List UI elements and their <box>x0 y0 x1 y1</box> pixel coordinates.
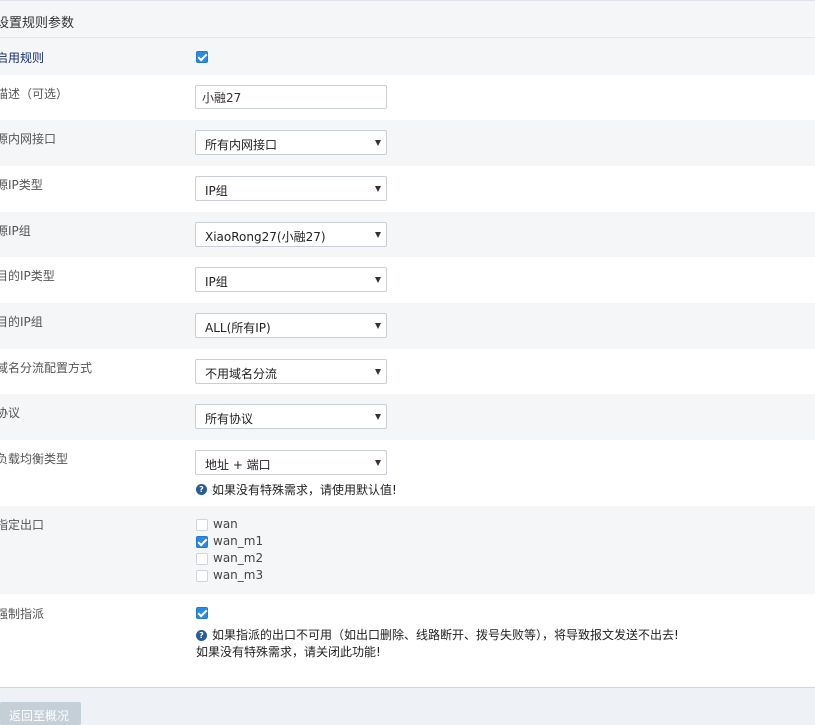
force-help-line1: 如果指派的出口不可用（如出口删除、线路断开、拨号失败等），将导致报文发送不出去! <box>212 628 679 642</box>
force-help-line2: 如果没有特殊需求，请关闭此功能! <box>196 645 381 659</box>
row-description: 描述（可选） <box>0 75 815 120</box>
outlet-wan-label: wan <box>213 517 238 531</box>
outlet-wan-m3-label: wan_m3 <box>213 568 264 582</box>
outlet-wan-m1-label: wan_m1 <box>213 534 264 548</box>
description-input[interactable] <box>195 85 387 109</box>
force-checkbox[interactable] <box>196 607 208 619</box>
chevron-down-icon <box>375 232 381 238</box>
balance-type-value: 地址 + 端口 <box>205 458 271 472</box>
description-label: 描述（可选） <box>0 87 69 101</box>
row-balance-type: 负载均衡类型 地址 + 端口 ? 如果没有特殊需求，请使用默认值! <box>0 440 815 506</box>
chevron-down-icon <box>375 186 381 192</box>
source-ip-group-select[interactable]: XiaoRong27(小融27) <box>195 222 387 247</box>
outlet-wan-m1-checkbox[interactable] <box>196 536 208 548</box>
row-force: 强制指派 ? 如果指派的出口不可用（如出口删除、线路断开、拨号失败等），将导致报… <box>0 594 815 686</box>
domain-mode-select[interactable]: 不用域名分流 <box>195 359 387 384</box>
source-ip-type-value: IP组 <box>205 184 228 198</box>
chevron-down-icon <box>375 277 381 283</box>
protocol-value: 所有协议 <box>205 412 254 426</box>
enable-checkbox[interactable] <box>196 51 208 63</box>
row-enable: 启用规则 <box>0 38 815 75</box>
dest-ip-type-label: 目的IP类型 <box>0 269 55 283</box>
source-interface-value: 所有内网接口 <box>205 138 278 152</box>
source-ip-type-label: 源IP类型 <box>0 178 43 192</box>
dest-ip-type-select[interactable]: IP组 <box>195 267 387 292</box>
outlet-wan-checkbox[interactable] <box>196 519 208 531</box>
dest-ip-group-select[interactable]: ALL(所有IP) <box>195 313 387 338</box>
source-interface-select[interactable]: 所有内网接口 <box>195 130 387 155</box>
row-source-ip-type: 源IP类型 IP组 <box>0 166 815 212</box>
row-dest-ip-group: 目的IP组 ALL(所有IP) <box>0 303 815 349</box>
domain-mode-value: 不用域名分流 <box>205 367 278 381</box>
panel-title: 设置规则参数 <box>0 16 75 31</box>
protocol-select[interactable]: 所有协议 <box>195 404 387 429</box>
dest-ip-group-label: 目的IP组 <box>0 315 43 329</box>
row-dest-ip-type: 目的IP类型 IP组 <box>0 257 815 303</box>
help-icon: ? <box>196 630 207 641</box>
balance-type-select[interactable]: 地址 + 端口 <box>195 450 387 475</box>
balance-type-help: 如果没有特殊需求，请使用默认值! <box>212 483 397 497</box>
domain-mode-label: 域名分流配置方式 <box>0 361 93 375</box>
rule-settings-panel: 设置规则参数 启用规则 描述（可选） 源内网接口 所有内网接口 源IP类型 IP… <box>0 0 815 688</box>
row-source-ip-group: 源IP组 XiaoRong27(小融27) <box>0 212 815 257</box>
source-ip-group-value: XiaoRong27(小融27) <box>205 230 326 244</box>
row-source-interface: 源内网接口 所有内网接口 <box>0 120 815 166</box>
outlet-label: 指定出口 <box>0 518 45 532</box>
row-domain-mode: 域名分流配置方式 不用域名分流 <box>0 349 815 394</box>
enable-label: 启用规则 <box>0 51 45 65</box>
source-interface-label: 源内网接口 <box>0 132 57 146</box>
outlet-wan-m2-label: wan_m2 <box>213 551 264 565</box>
balance-type-label: 负载均衡类型 <box>0 452 69 466</box>
source-ip-group-label: 源IP组 <box>0 224 31 238</box>
dest-ip-type-value: IP组 <box>205 275 228 289</box>
row-outlet: 指定出口 wan wan_m1 wan_m2 wan_m3 <box>0 506 815 594</box>
chevron-down-icon <box>375 140 381 146</box>
dest-ip-group-value: ALL(所有IP) <box>205 321 271 335</box>
chevron-down-icon <box>375 323 381 329</box>
force-label: 强制指派 <box>0 607 45 621</box>
back-to-overview-button[interactable]: 返回至概况 <box>0 702 81 725</box>
row-protocol: 协议 所有协议 <box>0 394 815 440</box>
chevron-down-icon <box>375 369 381 375</box>
outlet-wan-m3-checkbox[interactable] <box>196 570 208 582</box>
protocol-label: 协议 <box>0 406 21 420</box>
outlet-wan-m2-checkbox[interactable] <box>196 553 208 565</box>
panel-header: 设置规则参数 <box>0 1 815 38</box>
chevron-down-icon <box>375 414 381 420</box>
help-icon: ? <box>196 484 207 495</box>
chevron-down-icon <box>375 460 381 466</box>
source-ip-type-select[interactable]: IP组 <box>195 176 387 201</box>
